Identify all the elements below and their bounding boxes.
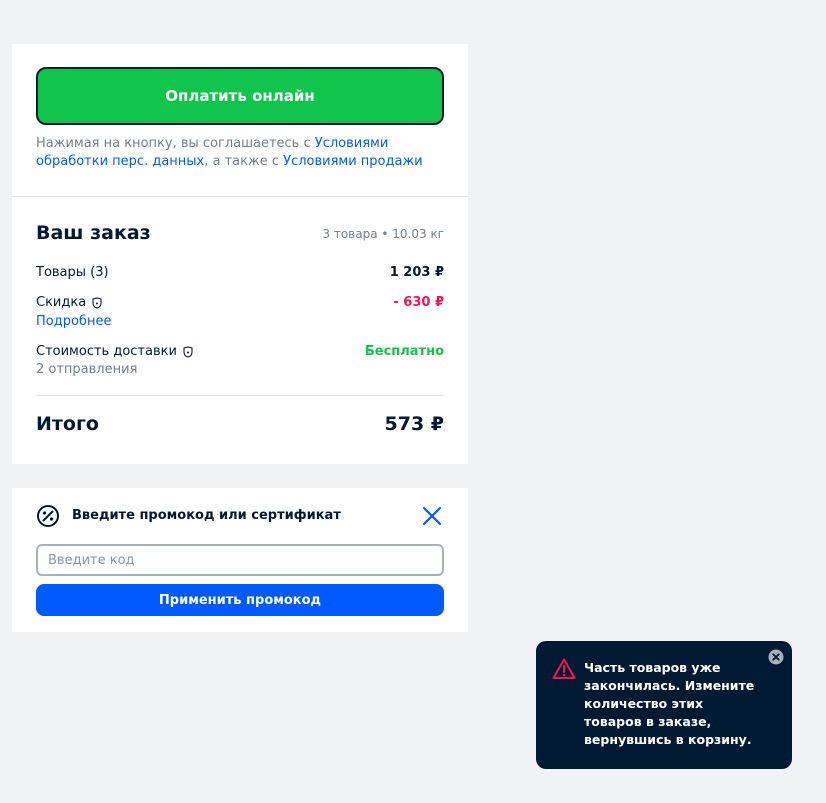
consent-prefix: Нажимая на кнопку, вы соглашаетесь с [36,136,315,151]
promo-code-input[interactable] [36,544,444,576]
discount-details-link[interactable]: Подробнее [36,314,111,329]
delivery-label: Стоимость доставки [36,344,177,359]
discount-row-label: Скидка [36,295,103,310]
total-divider [36,395,444,396]
apply-promo-button[interactable]: Применить промокод [36,584,444,616]
discount-value: - 630 ₽ [393,295,444,310]
close-icon[interactable] [420,504,444,528]
pay-online-button[interactable]: Оплатить онлайн [36,67,444,125]
items-value: 1 203 ₽ [389,265,444,280]
items-row-label: Товары (3) [36,265,109,280]
total-value: 573 ₽ [384,413,445,435]
total-label: Итого [36,413,99,435]
info-shield-icon[interactable] [91,296,103,309]
out-of-stock-toast: Часть товаров уже закончилась. Измените … [536,641,792,769]
section-divider [12,196,468,197]
sale-terms-link[interactable]: Условиями продажи [283,154,422,169]
promo-card: Введите промокод или сертификат Применит… [12,488,468,632]
delivery-value: Бесплатно [364,344,444,359]
toast-message: Часть товаров уже закончилась. Измените … [584,660,755,747]
items-label: Товары (3) [36,265,109,280]
delivery-shipments: 2 отправления [36,362,138,377]
consent-middle: , а также с [204,154,284,169]
warning-icon [552,658,576,679]
percent-icon [37,505,59,527]
checkout-summary-card: Оплатить онлайн Нажимая на кнопку, вы со… [12,44,468,464]
close-circle-icon[interactable] [768,649,784,665]
consent-text: Нажимая на кнопку, вы соглашаетесь с Усл… [36,135,446,171]
order-title: Ваш заказ [36,222,151,244]
info-shield-icon[interactable] [182,345,194,358]
promo-title: Введите промокод или сертификат [72,508,341,523]
discount-label: Скидка [36,295,87,310]
order-meta: 3 товара • 10.03 кг [322,227,444,241]
delivery-row-label: Стоимость доставки [36,344,194,359]
